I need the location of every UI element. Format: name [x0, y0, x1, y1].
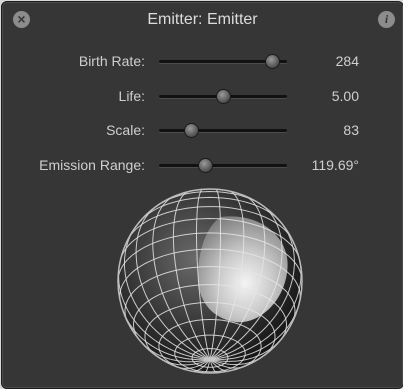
emission-range-value[interactable]: 119.69°: [312, 157, 359, 173]
birth-rate-row: Birth Rate: 284: [2, 50, 403, 72]
life-label: Life:: [118, 88, 145, 104]
window-title: Emitter: Emitter: [147, 11, 258, 28]
scale-label: Scale:: [106, 122, 145, 138]
life-value[interactable]: 5.00: [332, 88, 359, 104]
emission-range-label: Emission Range:: [39, 157, 145, 173]
title-bar: × Emitter: Emitter i: [2, 2, 403, 38]
info-icon[interactable]: i: [378, 11, 395, 28]
life-slider-knob[interactable]: [216, 89, 231, 104]
emission-range-slider-knob[interactable]: [198, 158, 214, 173]
scale-value[interactable]: 83: [343, 122, 359, 138]
scale-row: Scale: 83: [2, 119, 403, 141]
emission-range-row: Emission Range: 119.69°: [2, 154, 403, 176]
emission-sphere-graphic[interactable]: [115, 186, 305, 376]
emitter-hud-panel: × Emitter: Emitter i Birth Rate: 284 Lif…: [1, 1, 403, 389]
emission-range-slider[interactable]: [159, 164, 287, 167]
birth-rate-slider-knob[interactable]: [264, 54, 280, 69]
scale-slider-knob[interactable]: [184, 123, 199, 138]
birth-rate-value[interactable]: 284: [336, 53, 359, 69]
birth-rate-label: Birth Rate:: [78, 53, 145, 69]
scale-slider[interactable]: [159, 129, 287, 132]
life-row: Life: 5.00: [2, 85, 403, 107]
emission-sphere-control[interactable]: [115, 186, 305, 376]
